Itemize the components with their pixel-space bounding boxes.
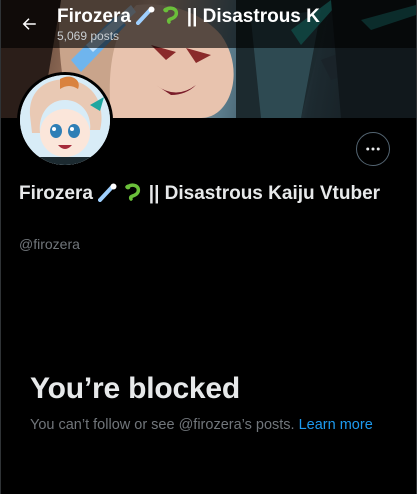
blocked-message-row: You can’t follow or see @firozera’s post…	[30, 417, 373, 433]
avatar-artwork	[20, 75, 110, 165]
more-options-button[interactable]	[356, 132, 390, 166]
lizard-emoji-icon	[125, 183, 141, 201]
blocked-title: You’re blocked	[30, 372, 241, 405]
learn-more-link[interactable]: Learn more	[299, 417, 373, 433]
comet-emoji-icon	[98, 183, 117, 202]
profile-page: Firozera || Disastrous K 5,069 posts Fir…	[0, 0, 417, 494]
avatar[interactable]	[17, 72, 113, 168]
avatar-image	[20, 75, 110, 165]
profile-name-suffix: || Disastrous Kaiju Vtuber	[148, 183, 381, 204]
back-button[interactable]	[1, 0, 57, 48]
header-name-text: Firozera	[57, 5, 131, 27]
blocked-message: You can’t follow or see @firozera’s post…	[30, 417, 295, 433]
profile-header-bar: Firozera || Disastrous K 5,069 posts	[1, 0, 416, 48]
comet-emoji-icon	[136, 6, 155, 25]
post-count: 5,069 posts	[57, 28, 120, 43]
arrow-left-icon	[22, 18, 36, 30]
lizard-emoji-icon	[163, 5, 179, 24]
header-display-name: Firozera || Disastrous K	[57, 5, 320, 28]
header-name-suffix: || Disastrous K	[186, 5, 320, 27]
header-titles: Firozera || Disastrous K 5,069 posts	[57, 5, 320, 44]
more-horizontal-icon	[366, 147, 380, 151]
profile-display-name: Firozera || Disastrous Kaiju Vtuber	[19, 182, 399, 206]
profile-name-text: Firozera	[19, 183, 93, 204]
profile-handle: @firozera	[19, 236, 80, 252]
